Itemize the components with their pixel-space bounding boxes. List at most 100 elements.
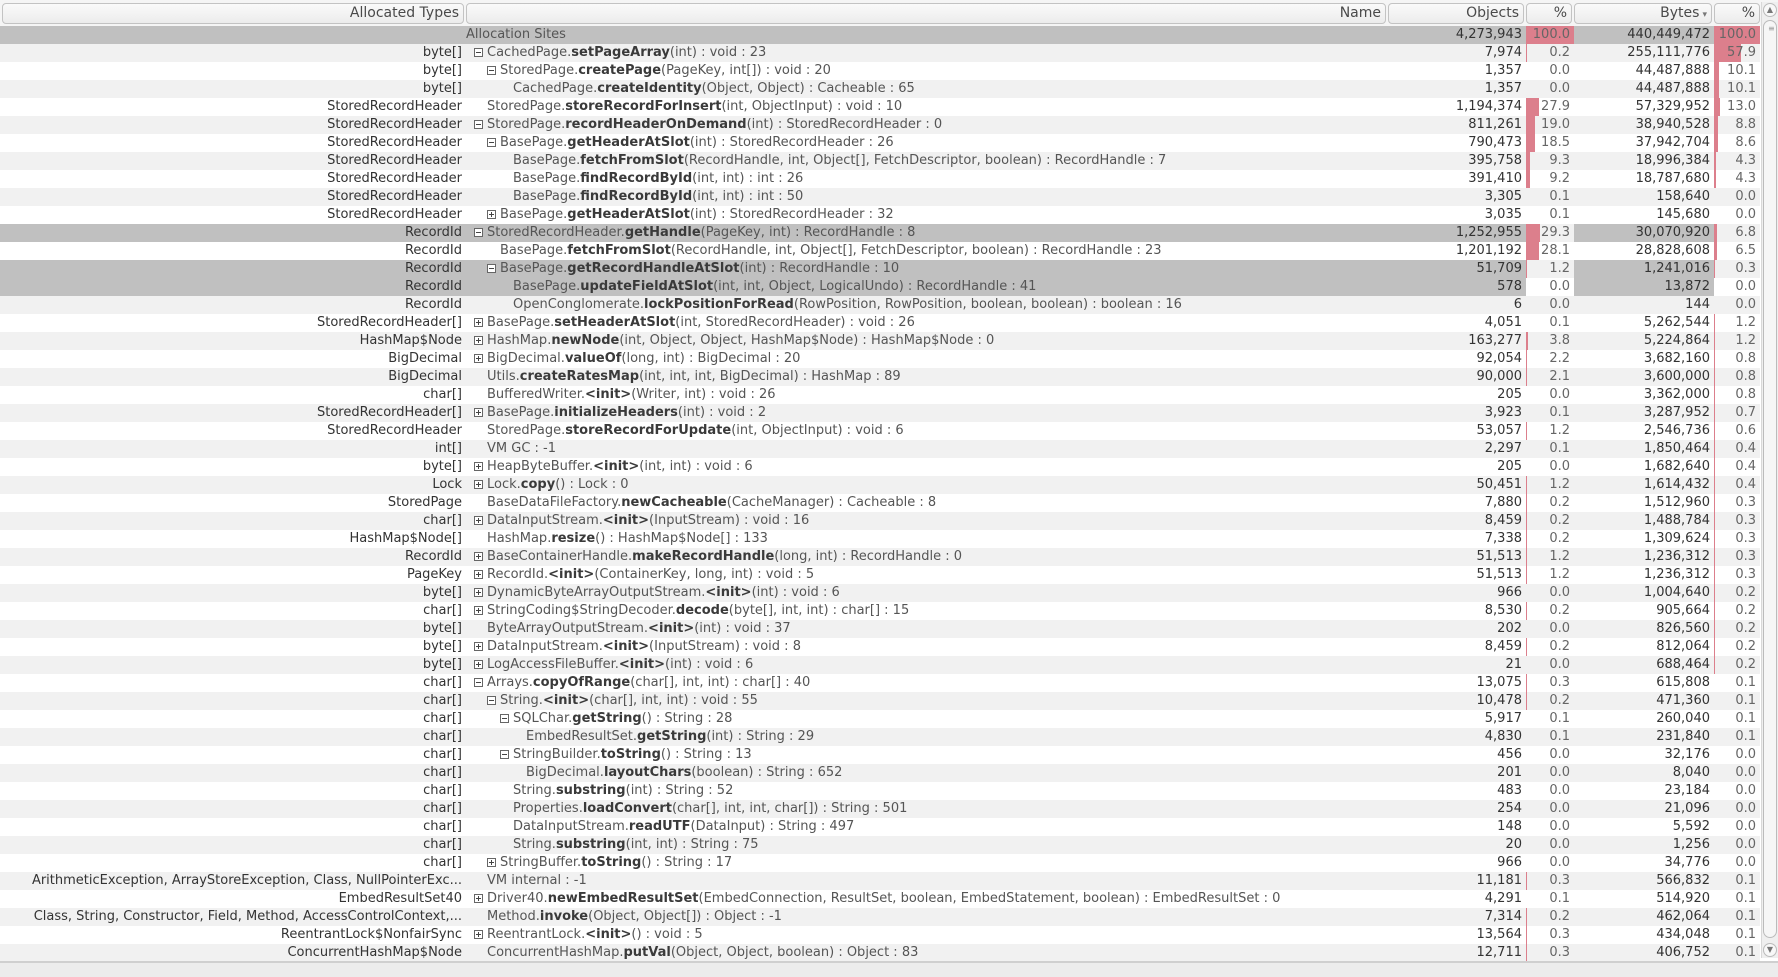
table-row[interactable]: Lock Lock.copy() : Lock : 0 50,451 1.2 1,614… (0, 476, 1760, 494)
table-row[interactable]: char[] EmbedResultSet.getString(int) : St… (0, 728, 1760, 746)
column-header-bytes-percent[interactable]: % (1714, 3, 1760, 24)
table-row[interactable]: byte[] CachedPage.setPageArray(int) : voi… (0, 44, 1760, 62)
expand-icon[interactable] (487, 858, 496, 867)
table-row[interactable]: byte[] DataInputStream.<init>(InputStream… (0, 638, 1760, 656)
table-row[interactable]: char[] StringCoding$StringDecoder.decode(… (0, 602, 1760, 620)
expand-icon[interactable] (474, 642, 483, 651)
table-row[interactable]: ReentrantLock$NonfairSync ReentrantLock.<… (0, 926, 1760, 944)
bytes-percent-cell: 13.0 (1714, 98, 1760, 116)
collapse-icon[interactable] (474, 48, 483, 57)
table-row[interactable]: char[] Properties.loadConvert(char[], int… (0, 800, 1760, 818)
table-row[interactable]: RecordId BaseContainerHandle.makeRecordHa… (0, 548, 1760, 566)
allocation-tree-table[interactable]: Allocation Sites 4,273,943 100.0 440,449… (0, 26, 1760, 961)
table-row[interactable]: char[] String.substring(int, int) : Strin… (0, 836, 1760, 854)
expand-icon[interactable] (474, 516, 483, 525)
collapse-icon[interactable] (487, 66, 496, 75)
table-row[interactable]: char[] Arrays.copyOfRange(char[], int, in… (0, 674, 1760, 692)
collapse-icon[interactable] (474, 120, 483, 129)
table-row[interactable]: char[] StringBuffer.toString() : String :… (0, 854, 1760, 872)
table-row[interactable]: char[] SQLChar.getString() : String : 28 5… (0, 710, 1760, 728)
expand-icon[interactable] (474, 318, 483, 327)
objects-percent-cell: 0.0 (1526, 62, 1574, 80)
table-row[interactable]: ConcurrentHashMap$Node ConcurrentHashMap.… (0, 944, 1760, 961)
table-row[interactable]: HashMap$Node[] HashMap.resize() : HashMap… (0, 530, 1760, 548)
expand-icon[interactable] (474, 570, 483, 579)
percent-value: 0.3 (1735, 549, 1756, 564)
objects-percent-cell: 0.0 (1526, 836, 1574, 854)
table-row[interactable]: int[] VM GC : -1 2,297 0.1 1,850,464 0.4 (0, 440, 1760, 458)
allocated-type-cell: BigDecimal (388, 369, 462, 384)
table-row[interactable]: Class, String, Constructor, Field, Metho… (0, 908, 1760, 926)
table-row[interactable]: StoredRecordHeader BasePage.getHeaderAtSl… (0, 206, 1760, 224)
table-row[interactable]: StoredRecordHeader[] BasePage.initializeH… (0, 404, 1760, 422)
column-header-allocated-types[interactable]: Allocated Types (2, 3, 464, 24)
table-row[interactable]: ArithmeticException, ArrayStoreException… (0, 872, 1760, 890)
expand-icon[interactable] (474, 588, 483, 597)
vertical-scrollbar[interactable]: ▲ ≡ ▼ (1761, 2, 1778, 958)
expand-icon[interactable] (474, 336, 483, 345)
table-row[interactable]: StoredRecordHeader StoredPage.storeRecord… (0, 422, 1760, 440)
table-row[interactable]: RecordId BasePage.getRecordHandleAtSlot(i… (0, 260, 1760, 278)
table-row[interactable]: EmbedResultSet40 Driver40.newEmbedResultS… (0, 890, 1760, 908)
table-row[interactable]: StoredRecordHeader StoredPage.storeRecord… (0, 98, 1760, 116)
collapse-icon[interactable] (474, 678, 483, 687)
collapse-icon[interactable] (487, 264, 496, 273)
table-row[interactable]: byte[] DynamicByteArrayOutputStream.<init… (0, 584, 1760, 602)
table-row[interactable]: StoredRecordHeader BasePage.fetchFromSlot… (0, 152, 1760, 170)
table-row[interactable]: StoredRecordHeader[] BasePage.setHeaderAt… (0, 314, 1760, 332)
scrollbar-thumb[interactable]: ≡ (1763, 20, 1777, 938)
table-row[interactable]: PageKey RecordId.<init>(ContainerKey, lon… (0, 566, 1760, 584)
table-row[interactable]: byte[] HeapByteBuffer.<init>(int, int) : … (0, 458, 1760, 476)
table-row[interactable]: char[] StringBuilder.toString() : String … (0, 746, 1760, 764)
expand-icon[interactable] (474, 660, 483, 669)
table-row[interactable]: char[] String.substring(int) : String : 5… (0, 782, 1760, 800)
table-row[interactable]: byte[] LogAccessFileBuffer.<init>(int) : … (0, 656, 1760, 674)
table-row[interactable]: StoredRecordHeader StoredPage.recordHeade… (0, 116, 1760, 134)
expand-icon[interactable] (474, 894, 483, 903)
table-row[interactable]: RecordId BasePage.updateFieldAtSlot(int, … (0, 278, 1760, 296)
collapse-icon[interactable] (487, 696, 496, 705)
table-row[interactable]: HashMap$Node HashMap.newNode(int, Object,… (0, 332, 1760, 350)
collapse-icon[interactable] (487, 138, 496, 147)
table-row[interactable]: StoredRecordHeader BasePage.getHeaderAtSl… (0, 134, 1760, 152)
column-header-objects[interactable]: Objects (1388, 3, 1524, 24)
table-row[interactable]: char[] String.<init>(char[], int, int) : … (0, 692, 1760, 710)
table-row[interactable]: byte[] ByteArrayOutputStream.<init>(int) … (0, 620, 1760, 638)
allocated-type-cell: RecordId (404, 297, 462, 312)
table-row[interactable]: RecordId StoredRecordHeader.getHandle(Pag… (0, 224, 1760, 242)
column-header-objects-percent[interactable]: % (1526, 3, 1572, 24)
table-row[interactable]: byte[] StoredPage.createPage(PageKey, int… (0, 62, 1760, 80)
table-row[interactable]: BigDecimal Utils.createRatesMap(int, int,… (0, 368, 1760, 386)
table-row[interactable]: char[] DataInputStream.readUTF(DataInput)… (0, 818, 1760, 836)
table-row[interactable]: byte[] CachedPage.createIdentity(Object, … (0, 80, 1760, 98)
collapse-icon[interactable] (500, 750, 509, 759)
expand-icon[interactable] (474, 462, 483, 471)
table-row[interactable]: char[] BufferedWriter.<init>(Writer, int)… (0, 386, 1760, 404)
table-row[interactable]: StoredPage BaseDataFileFactory.newCacheab… (0, 494, 1760, 512)
column-header-bytes[interactable]: Bytes ▾ (1574, 3, 1712, 24)
table-row[interactable]: StoredRecordHeader BasePage.findRecordByI… (0, 170, 1760, 188)
table-row[interactable]: char[] BigDecimal.layoutChars(boolean) : … (0, 764, 1760, 782)
scroll-up-arrow-icon[interactable]: ▲ (1763, 3, 1777, 17)
table-row[interactable]: BigDecimal BigDecimal.valueOf(long, int) … (0, 350, 1760, 368)
method-name: decode (675, 603, 729, 618)
expand-icon[interactable] (474, 354, 483, 363)
expand-icon[interactable] (474, 552, 483, 561)
table-row[interactable]: char[] DataInputStream.<init>(InputStream… (0, 512, 1760, 530)
bytes-percent-cell: 1.2 (1714, 314, 1760, 332)
column-header-name[interactable]: Name (466, 3, 1386, 24)
collapse-icon[interactable] (474, 228, 483, 237)
table-row[interactable]: RecordId BasePage.fetchFromSlot(RecordHan… (0, 242, 1760, 260)
method-name: <init> (542, 693, 590, 708)
horizontal-scrollbar[interactable] (0, 961, 1778, 977)
table-row[interactable]: StoredRecordHeader BasePage.findRecordByI… (0, 188, 1760, 206)
collapse-icon[interactable] (500, 714, 509, 723)
scroll-down-arrow-icon[interactable]: ▼ (1763, 943, 1777, 957)
root-row[interactable]: Allocation Sites 4,273,943 100.0 440,449… (0, 26, 1760, 44)
table-row[interactable]: RecordId OpenConglomerate.lockPositionFor… (0, 296, 1760, 314)
expand-icon[interactable] (474, 408, 483, 417)
expand-icon[interactable] (474, 606, 483, 615)
expand-icon[interactable] (474, 480, 483, 489)
expand-icon[interactable] (487, 210, 496, 219)
expand-icon[interactable] (474, 930, 483, 939)
